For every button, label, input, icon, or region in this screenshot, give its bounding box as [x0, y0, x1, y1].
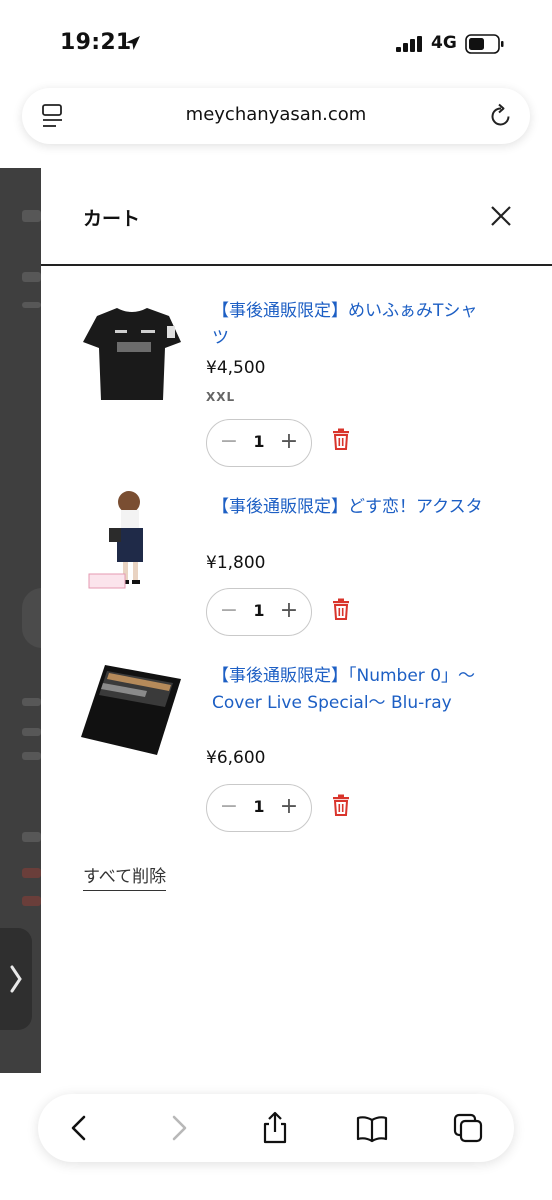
trash-icon[interactable] [331, 428, 351, 450]
increase-quantity-button[interactable]: + [275, 426, 303, 460]
quantity-stepper[interactable]: − 1 + [206, 784, 312, 832]
product-price: ¥6,600 [206, 748, 266, 768]
back-icon[interactable] [60, 1108, 100, 1148]
quantity-value: 1 [253, 432, 265, 451]
product-variant: XXL [206, 390, 236, 404]
reload-icon[interactable] [488, 102, 514, 130]
product-image-acrylic-stand[interactable] [77, 488, 187, 596]
decrease-quantity-button[interactable]: − [215, 791, 243, 825]
product-title-link[interactable]: 【事後通販限定】めいふぁみTシャツ [212, 298, 487, 352]
product-price: ¥4,500 [206, 358, 266, 378]
quantity-value: 1 [253, 797, 265, 816]
decrease-quantity-button[interactable]: − [215, 426, 243, 460]
product-image-bluray[interactable] [77, 661, 187, 757]
increase-quantity-button[interactable]: + [275, 791, 303, 825]
status-bar: 19:21 4G [0, 0, 552, 80]
network-type: 4G [431, 33, 457, 53]
address-bar[interactable]: meychanyasan.com [22, 88, 530, 144]
status-time: 19:21 [60, 30, 132, 55]
product-image-tshirt[interactable] [77, 304, 187, 404]
browser-toolbar [38, 1094, 514, 1162]
cart-drawer: カート 【事後通販限定】めいふぁみTシャツ ¥4,500 XXL − 1 + 【… [41, 168, 552, 1073]
trash-icon[interactable] [331, 794, 351, 816]
quantity-stepper[interactable]: − 1 + [206, 419, 312, 467]
url-text[interactable]: meychanyasan.com [22, 104, 530, 125]
product-title-link[interactable]: 【事後通販限定】どす恋！アクスタ [212, 494, 487, 521]
side-drawer-tab[interactable] [0, 928, 32, 1030]
decrease-quantity-button[interactable]: − [215, 595, 243, 629]
tabs-icon[interactable] [448, 1108, 488, 1148]
battery-icon [465, 34, 504, 54]
trash-icon[interactable] [331, 598, 351, 620]
bookmarks-icon[interactable] [352, 1108, 392, 1148]
location-arrow-icon [126, 36, 140, 50]
product-title-link[interactable]: 【事後通販限定】「Number 0」〜Cover Live Special〜 B… [212, 663, 487, 717]
product-price: ¥1,800 [206, 553, 266, 573]
chevron-right-icon [10, 965, 22, 993]
close-icon[interactable] [487, 202, 515, 230]
clear-all-button[interactable]: すべて削除 [83, 862, 167, 891]
quantity-value: 1 [253, 601, 265, 620]
increase-quantity-button[interactable]: + [275, 595, 303, 629]
share-icon[interactable] [255, 1108, 295, 1148]
quantity-stepper[interactable]: − 1 + [206, 588, 312, 636]
cart-title: カート [83, 208, 141, 230]
cellular-signal-icon [396, 36, 422, 52]
cart-header: カート [41, 168, 552, 266]
forward-icon[interactable] [158, 1108, 198, 1148]
